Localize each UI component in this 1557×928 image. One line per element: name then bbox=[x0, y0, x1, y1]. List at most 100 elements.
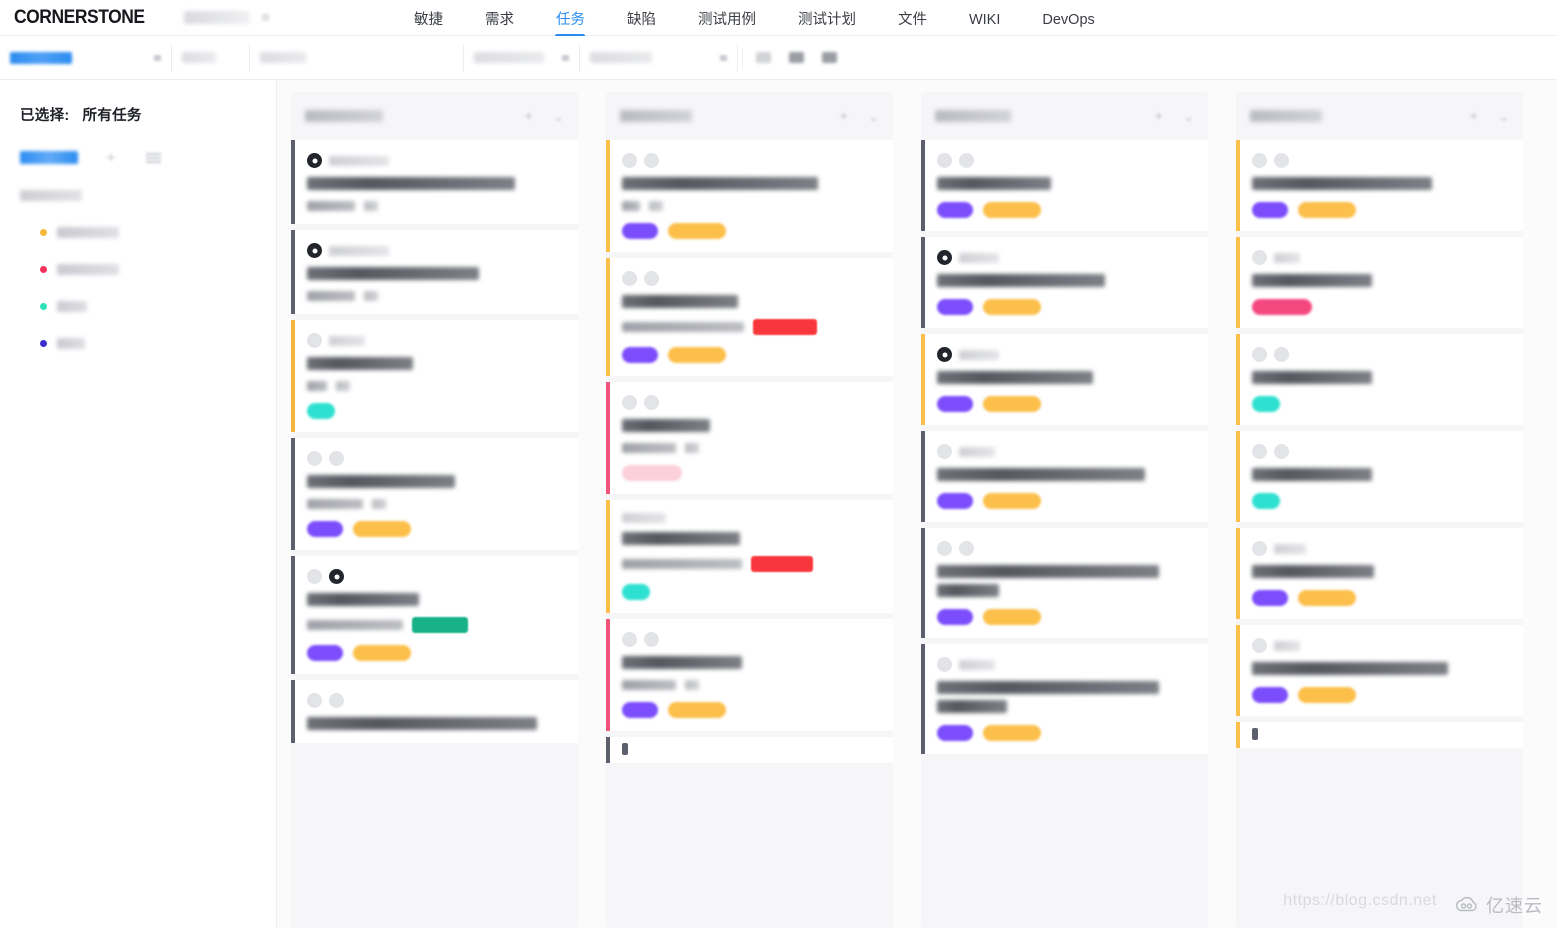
avatar[interactable] bbox=[937, 444, 952, 459]
card-tag[interactable] bbox=[983, 396, 1041, 412]
avatar[interactable] bbox=[937, 153, 952, 168]
card-tag[interactable] bbox=[937, 396, 973, 412]
avatar[interactable] bbox=[1252, 347, 1267, 362]
add-view-icon[interactable]: + bbox=[106, 149, 116, 166]
avatar[interactable] bbox=[307, 693, 322, 708]
task-card[interactable] bbox=[291, 680, 578, 743]
card-tag[interactable] bbox=[983, 609, 1041, 625]
task-card[interactable] bbox=[606, 737, 893, 763]
sidebar-item-1[interactable] bbox=[20, 227, 276, 238]
app-logo[interactable]: CORNERSTONE bbox=[14, 7, 145, 29]
nav-tab-4[interactable]: 测试用例 bbox=[698, 13, 756, 36]
avatar[interactable] bbox=[329, 451, 344, 466]
avatar[interactable] bbox=[1252, 541, 1267, 556]
list-view-icon[interactable] bbox=[822, 52, 837, 63]
card-tag[interactable] bbox=[1252, 396, 1280, 412]
add-card-icon[interactable]: + bbox=[1469, 109, 1478, 124]
avatar[interactable] bbox=[959, 541, 974, 556]
avatar[interactable] bbox=[644, 153, 659, 168]
card-tag[interactable] bbox=[1298, 202, 1356, 218]
grid-view-icon[interactable] bbox=[789, 52, 804, 63]
sidebar-item-4[interactable] bbox=[20, 338, 276, 349]
task-card[interactable] bbox=[921, 528, 1208, 638]
task-card[interactable] bbox=[606, 619, 893, 731]
task-card[interactable] bbox=[921, 431, 1208, 522]
chevron-down-icon[interactable]: ⌄ bbox=[868, 110, 879, 123]
card-tag[interactable] bbox=[1252, 590, 1288, 606]
avatar[interactable] bbox=[644, 395, 659, 410]
card-tag[interactable] bbox=[353, 645, 411, 661]
avatar[interactable] bbox=[1274, 153, 1289, 168]
filter-field-small[interactable] bbox=[172, 43, 250, 72]
task-card[interactable] bbox=[921, 140, 1208, 231]
card-tag[interactable] bbox=[622, 702, 658, 718]
nav-tab-8[interactable]: DevOps bbox=[1042, 13, 1094, 36]
nav-tab-2[interactable]: 任务 bbox=[556, 13, 585, 36]
avatar[interactable] bbox=[644, 271, 659, 286]
avatar[interactable] bbox=[937, 541, 952, 556]
avatar[interactable] bbox=[1252, 638, 1267, 653]
add-card-icon[interactable]: + bbox=[1154, 109, 1163, 124]
avatar[interactable] bbox=[644, 632, 659, 647]
avatar[interactable] bbox=[622, 395, 637, 410]
list-icon[interactable] bbox=[145, 152, 161, 163]
task-card[interactable] bbox=[606, 140, 893, 252]
avatar[interactable] bbox=[622, 632, 637, 647]
view-selector[interactable] bbox=[0, 43, 172, 72]
refresh-icon[interactable] bbox=[756, 52, 771, 63]
nav-tab-0[interactable]: 敏捷 bbox=[414, 13, 443, 36]
avatar[interactable] bbox=[959, 153, 974, 168]
task-card[interactable] bbox=[606, 258, 893, 376]
card-tag[interactable] bbox=[668, 223, 726, 239]
card-tag[interactable] bbox=[1252, 493, 1280, 509]
card-tag[interactable] bbox=[983, 299, 1041, 315]
card-tag[interactable] bbox=[307, 645, 343, 661]
project-selector-redacted[interactable] bbox=[183, 11, 250, 24]
task-card[interactable] bbox=[921, 644, 1208, 754]
assignee-select[interactable] bbox=[464, 43, 580, 72]
chevron-down-icon[interactable]: ⌄ bbox=[1498, 110, 1509, 123]
task-card[interactable] bbox=[1236, 140, 1523, 231]
task-card[interactable] bbox=[606, 382, 893, 494]
avatar[interactable] bbox=[329, 693, 344, 708]
sidebar-item-3[interactable] bbox=[20, 301, 276, 312]
task-card[interactable] bbox=[291, 140, 578, 224]
task-card[interactable] bbox=[291, 230, 578, 314]
nav-tab-3[interactable]: 缺陷 bbox=[627, 13, 656, 36]
task-card[interactable] bbox=[291, 438, 578, 550]
nav-tab-5[interactable]: 测试计划 bbox=[798, 13, 856, 36]
task-card[interactable] bbox=[1236, 528, 1523, 619]
avatar[interactable] bbox=[622, 153, 637, 168]
card-tag[interactable] bbox=[937, 609, 973, 625]
avatar[interactable] bbox=[1274, 347, 1289, 362]
card-tag[interactable] bbox=[622, 465, 682, 481]
task-card[interactable] bbox=[921, 334, 1208, 425]
card-tag[interactable] bbox=[622, 347, 658, 363]
avatar[interactable] bbox=[622, 271, 637, 286]
avatar[interactable] bbox=[1252, 444, 1267, 459]
card-tag[interactable] bbox=[1252, 687, 1288, 703]
chevron-down-icon[interactable]: ⌄ bbox=[1183, 110, 1194, 123]
card-tag[interactable] bbox=[983, 493, 1041, 509]
search-input[interactable] bbox=[250, 43, 464, 72]
chevron-down-icon[interactable]: ⌄ bbox=[553, 110, 564, 123]
sidebar-item-all-tasks[interactable] bbox=[20, 151, 78, 164]
card-tag[interactable] bbox=[622, 584, 650, 600]
add-card-icon[interactable]: + bbox=[524, 109, 533, 124]
avatar[interactable] bbox=[1274, 444, 1289, 459]
card-tag[interactable] bbox=[1298, 590, 1356, 606]
task-card[interactable] bbox=[291, 556, 578, 674]
nav-tab-1[interactable]: 需求 bbox=[485, 13, 514, 36]
card-tag[interactable] bbox=[668, 702, 726, 718]
task-card[interactable] bbox=[1236, 722, 1523, 748]
task-card[interactable] bbox=[1236, 334, 1523, 425]
card-tag[interactable] bbox=[353, 521, 411, 537]
task-card[interactable] bbox=[1236, 431, 1523, 522]
avatar[interactable] bbox=[307, 333, 322, 348]
task-card[interactable] bbox=[1236, 625, 1523, 716]
avatar[interactable] bbox=[307, 569, 322, 584]
chevron-down-icon[interactable] bbox=[261, 14, 269, 21]
card-tag[interactable] bbox=[1298, 687, 1356, 703]
avatar[interactable] bbox=[307, 451, 322, 466]
card-tag[interactable] bbox=[1252, 299, 1312, 315]
